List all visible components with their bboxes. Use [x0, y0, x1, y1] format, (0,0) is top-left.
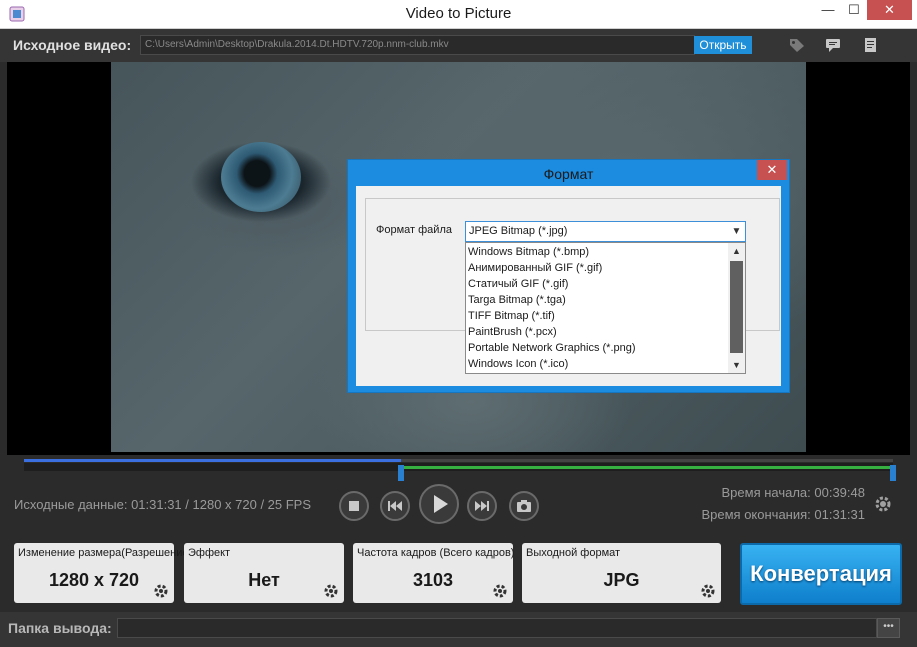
convert-button[interactable]: Конвертация: [740, 543, 902, 605]
title-bar: Video to Picture — ☐ ✕: [0, 0, 917, 29]
file-format-select[interactable]: JPEG Bitmap (*.jpg) ▼: [465, 221, 746, 242]
minimize-button[interactable]: —: [815, 0, 841, 20]
format-option-bmp[interactable]: Windows Bitmap (*.bmp): [468, 244, 589, 260]
format-option-animated-gif[interactable]: Анимированный GIF (*.gif): [468, 260, 602, 276]
trim-range-track[interactable]: [24, 463, 896, 481]
play-icon: [434, 495, 448, 513]
format-option-tga[interactable]: Targa Bitmap (*.tga): [468, 292, 566, 308]
snapshot-button[interactable]: [509, 491, 539, 521]
frame-rate-panel[interactable]: Частота кадров (Всего кадров) 3103: [353, 543, 515, 603]
chevron-down-icon[interactable]: ▼: [728, 222, 745, 241]
resize-panel[interactable]: Изменение размера(Разрешение) 1280 x 720: [14, 543, 192, 603]
resize-value: 1280 x 720: [48, 570, 140, 590]
output-folder-row: Папка вывода: •••: [0, 612, 917, 647]
video-eye-detail: [221, 142, 301, 212]
output-format-value: JPG: [603, 570, 640, 590]
output-format-panel[interactable]: Выходной формат JPG: [522, 543, 721, 603]
trim-end-handle[interactable]: [890, 465, 896, 481]
open-button[interactable]: Открыть: [694, 36, 752, 54]
source-video-label: Исходное видео:: [13, 37, 132, 53]
skip-back-icon: [388, 501, 402, 511]
output-folder-field[interactable]: [117, 618, 877, 638]
format-option-pcx[interactable]: PaintBrush (*.pcx): [468, 324, 557, 340]
dialog-close-button[interactable]: ✕: [757, 160, 787, 180]
settings-panels: Изменение размера(Разрешение) 1280 x 720…: [0, 533, 917, 609]
frame-rate-gear-icon[interactable]: [491, 582, 509, 600]
format-dialog: Формат ✕ Формат файла JPEG Bitmap (*.jpg…: [347, 159, 790, 393]
output-format-label: Выходной формат: [526, 547, 621, 559]
file-format-selected: JPEG Bitmap (*.jpg): [469, 225, 568, 237]
dialog-body: Формат файла JPEG Bitmap (*.jpg) ▼ Windo…: [356, 186, 781, 386]
start-time-text: Время начала: 00:39:48: [721, 485, 866, 500]
dropdown-scrollbar[interactable]: ▲ ▼: [728, 243, 745, 373]
effect-label: Эффект: [188, 547, 231, 559]
scroll-thumb[interactable]: [730, 261, 743, 353]
playback-progress-fill: [24, 459, 401, 462]
playback-progress-track[interactable]: [24, 459, 893, 462]
next-frame-button[interactable]: [467, 491, 497, 521]
effect-value: Нет: [248, 570, 280, 590]
trim-start-handle[interactable]: [398, 465, 404, 481]
source-path-field[interactable]: C:\Users\Admin\Desktop\Drakula.2014.Dt.H…: [140, 35, 695, 55]
source-data-text: Исходные данные: 01:31:31 / 1280 x 720 /…: [14, 497, 312, 512]
window-title: Video to Picture: [405, 5, 512, 22]
tag-icon[interactable]: [788, 37, 806, 53]
camera-icon: [517, 500, 531, 512]
chat-icon[interactable]: [824, 37, 842, 53]
stop-icon: [349, 501, 359, 511]
end-time-text: Время окончания: 01:31:31: [701, 507, 865, 522]
frame-rate-label: Частота кадров (Всего кадров): [357, 547, 515, 559]
trim-range-fill: [401, 466, 893, 469]
format-option-static-gif[interactable]: Статичый GIF (*.gif): [468, 276, 568, 292]
format-option-tif[interactable]: TIFF Bitmap (*.tif): [468, 308, 555, 324]
format-option-ico[interactable]: Windows Icon (*.ico): [468, 356, 568, 372]
maximize-button[interactable]: ☐: [841, 0, 867, 20]
stop-button[interactable]: [339, 491, 369, 521]
output-format-gear-icon[interactable]: [699, 582, 717, 600]
source-video-row: Исходное видео: C:\Users\Admin\Desktop\D…: [0, 29, 917, 62]
browse-button[interactable]: •••: [877, 618, 900, 638]
close-button[interactable]: ✕: [867, 0, 912, 20]
frame-rate-value: 3103: [412, 570, 454, 590]
skip-forward-icon: [475, 501, 489, 511]
file-format-label: Формат файла: [376, 224, 452, 236]
effect-panel[interactable]: Эффект Нет: [184, 543, 344, 603]
play-button[interactable]: [419, 484, 459, 524]
previous-frame-button[interactable]: [380, 491, 410, 521]
format-option-png[interactable]: Portable Network Graphics (*.png): [468, 340, 636, 356]
scroll-down-icon[interactable]: ▼: [728, 357, 745, 373]
scroll-up-icon[interactable]: ▲: [728, 243, 745, 259]
timeline-section: Исходные данные: 01:31:31 / 1280 x 720 /…: [0, 455, 917, 533]
output-folder-label: Папка вывода:: [8, 620, 112, 636]
list-icon[interactable]: [862, 37, 880, 53]
dialog-title: Формат: [543, 166, 594, 182]
effect-gear-icon[interactable]: [322, 582, 340, 600]
time-settings-gear-icon[interactable]: [873, 494, 893, 514]
resize-label: Изменение размера(Разрешение): [18, 547, 193, 559]
resize-gear-icon[interactable]: [152, 582, 170, 600]
format-dropdown-list: Windows Bitmap (*.bmp) Анимированный GIF…: [465, 242, 746, 374]
